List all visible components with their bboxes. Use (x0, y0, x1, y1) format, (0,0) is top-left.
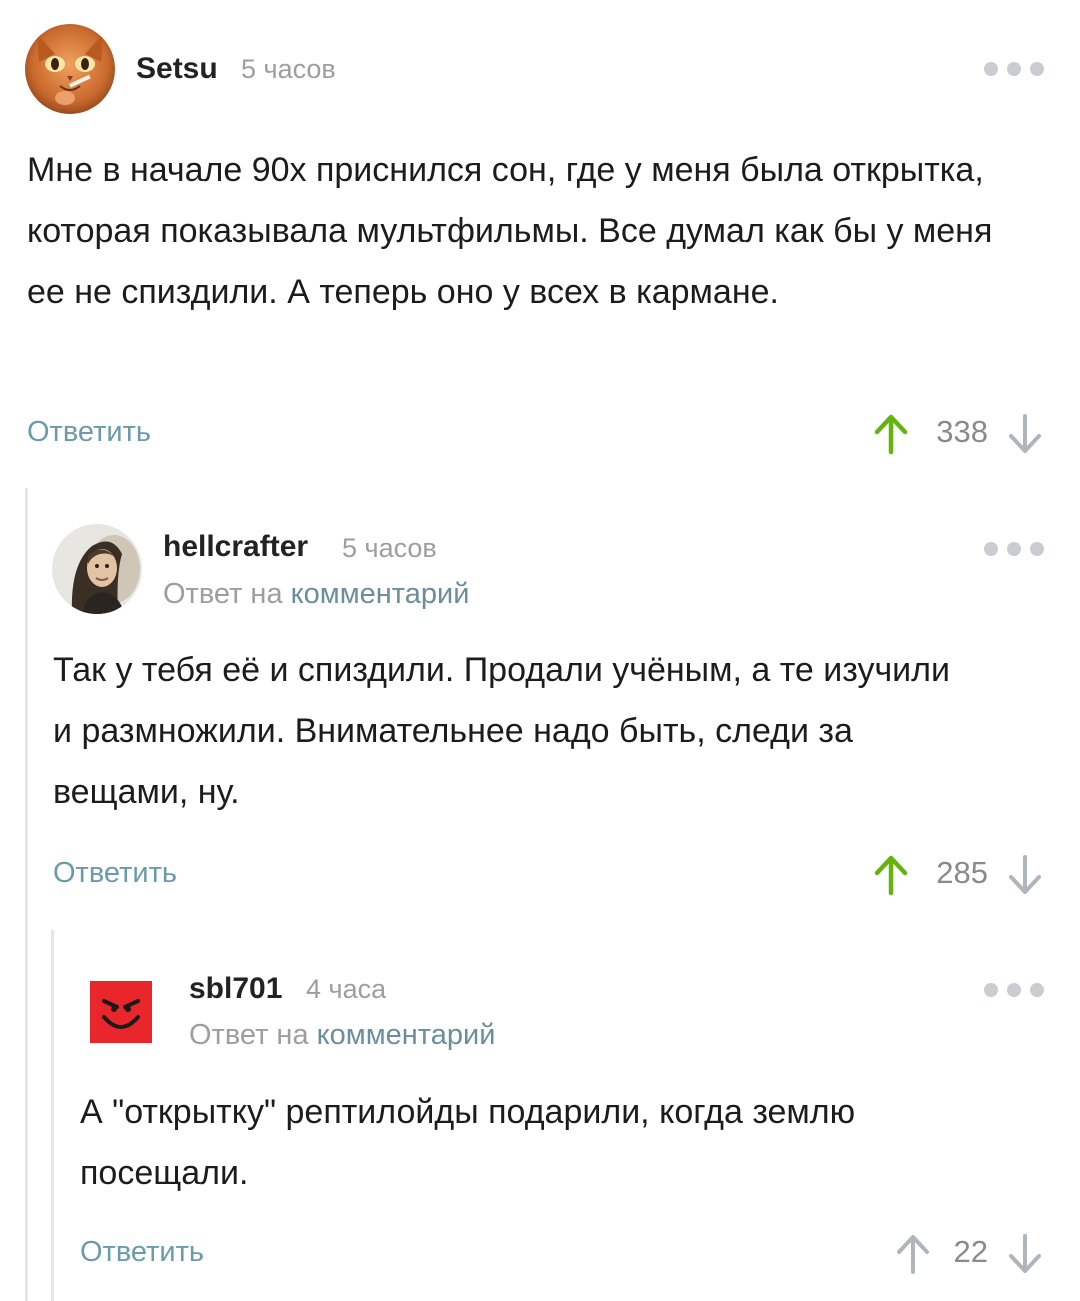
downvote-arrow-icon[interactable] (1005, 1232, 1045, 1276)
upvote-arrow-icon[interactable] (871, 853, 911, 897)
more-options-button[interactable] (984, 539, 1044, 559)
comment-author[interactable]: hellcrafter (163, 530, 308, 564)
comment-time: 4 часа (306, 974, 387, 1004)
thread-line-level-2 (51, 930, 54, 1301)
more-options-button[interactable] (984, 980, 1044, 1000)
more-dots-icon (984, 542, 998, 556)
reply-to-comment-link[interactable]: комментарий (291, 578, 470, 610)
reply-to-prefix: Ответ на (189, 1019, 309, 1051)
upvote-arrow-icon[interactable] (871, 412, 911, 456)
reply-button[interactable]: Ответить (80, 1236, 204, 1269)
comment-text: Мне в начале 90х приснился сон, где у ме… (27, 151, 993, 311)
comment-text: Так у тебя её и спиздили. Продали учёным… (53, 651, 950, 811)
vote-score: 22 (953, 1234, 988, 1269)
devil-smiley-avatar[interactable] (90, 981, 152, 1043)
downvote-arrow-icon[interactable] (1005, 853, 1045, 897)
more-dots-icon (984, 62, 998, 76)
reply-to-comment-link[interactable]: комментарий (317, 1019, 496, 1051)
reply-to-info: Ответ на комментарий (163, 578, 469, 611)
more-dots-icon (984, 983, 998, 997)
reply-to-info: Ответ на комментарий (189, 1019, 495, 1052)
more-options-button[interactable] (984, 59, 1044, 79)
vote-score: 338 (936, 414, 988, 449)
comment-author[interactable]: sbl701 (189, 972, 282, 1006)
comment-author[interactable]: Setsu (136, 52, 218, 86)
reply-button[interactable]: Ответить (53, 857, 177, 890)
person-photo-avatar[interactable] (52, 524, 142, 614)
reply-button[interactable]: Ответить (27, 416, 151, 449)
comment-time: 5 часов (342, 533, 437, 563)
downvote-arrow-icon[interactable] (1005, 412, 1045, 456)
cat-avatar[interactable] (25, 24, 115, 114)
vote-score: 285 (936, 855, 988, 890)
comment-text: А "открытку" рептилойды подарили, когда … (80, 1093, 856, 1192)
upvote-arrow-icon[interactable] (893, 1232, 933, 1276)
comment-time: 5 часов (241, 54, 336, 84)
thread-line-level-1 (25, 488, 28, 1301)
reply-to-prefix: Ответ на (163, 578, 283, 610)
